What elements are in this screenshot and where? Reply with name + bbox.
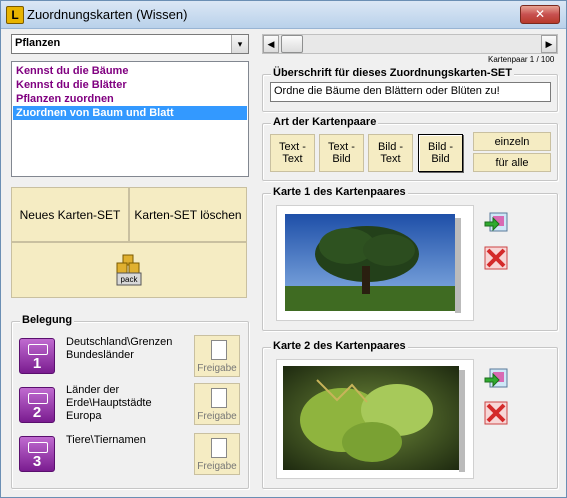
- slot-icon: [28, 442, 48, 453]
- belegung-group: Belegung 1 Deutschland\Grenzen Bundeslän…: [11, 314, 249, 489]
- app-window: L Zuordnungskarten (Wissen) ✕ Pflanzen ▾…: [0, 0, 567, 498]
- card2-image-frame[interactable]: [276, 359, 474, 479]
- slot-2-label: Länder der Erde\Hauptstädte Europa: [66, 384, 152, 423]
- slot-icon: [28, 393, 48, 404]
- slot-3-freigabe-button[interactable]: Freigabe: [194, 433, 240, 475]
- pair-type-group: Art der Kartenpaare Text - Text Text - Bil…: [262, 116, 558, 181]
- delete-image-icon[interactable]: [483, 245, 509, 271]
- button-line: Text -: [328, 141, 355, 153]
- card1-image-frame[interactable]: [276, 205, 474, 321]
- import-image-icon[interactable]: [483, 366, 509, 392]
- card-pair-counter: Kartenpaar 1 / 100: [488, 55, 555, 64]
- slot-label-line: Tiere\Tiernamen: [66, 434, 146, 446]
- list-item[interactable]: Pflanzen zuordnen: [13, 92, 247, 106]
- button-line: Bild -: [377, 141, 404, 153]
- document-icon: [211, 438, 227, 458]
- slot-1-freigabe-button[interactable]: Freigabe: [194, 335, 240, 377]
- title-bar[interactable]: L Zuordnungskarten (Wissen) ✕: [1, 1, 566, 29]
- heading-group: Überschrift für dieses Zuordnungskarten-…: [262, 67, 558, 112]
- list-item-selected[interactable]: Zuordnen von Baum und Blatt: [13, 106, 247, 120]
- list-item[interactable]: Kennst du die Blätter: [13, 78, 247, 92]
- slot-label-line: Bundesländer: [66, 349, 134, 361]
- slot-number: 2: [32, 404, 42, 421]
- heading-group-label: Überschrift für dieses Zuordnungskarten-…: [271, 67, 514, 79]
- card1-group: Karte 1 des Kartenpaares: [262, 186, 558, 331]
- button-line: Bild: [332, 153, 351, 165]
- delete-set-button[interactable]: Karten-SET löschen: [129, 187, 247, 242]
- single-button[interactable]: einzeln: [473, 132, 551, 151]
- button-line: Bild: [431, 153, 450, 165]
- slot-2-freigabe-button[interactable]: Freigabe: [194, 383, 240, 425]
- close-button[interactable]: ✕: [520, 5, 560, 24]
- slot-number: 3: [32, 453, 42, 470]
- image-text-button[interactable]: Bild - Text: [368, 134, 413, 172]
- slot-number: 1: [32, 355, 42, 372]
- category-select-value: Pflanzen: [15, 37, 61, 49]
- slot-label-line: Erde\Hauptstädte: [66, 397, 152, 409]
- belegung-group-label: Belegung: [20, 314, 75, 326]
- card1-group-label: Karte 1 des Kartenpaares: [271, 186, 408, 198]
- pack-icon: pack: [116, 254, 142, 286]
- button-line: Text: [282, 153, 303, 165]
- card-pair-scrollbar[interactable]: ◀ ▶: [262, 34, 558, 54]
- slot-1-button[interactable]: 1: [19, 338, 55, 374]
- button-line: Bild -: [427, 141, 454, 153]
- scroll-thumb[interactable]: [281, 35, 303, 53]
- pack-button[interactable]: pack: [11, 242, 247, 298]
- text-image-button[interactable]: Text - Bild: [319, 134, 364, 172]
- freigabe-label: Freigabe: [197, 363, 237, 374]
- text-text-button[interactable]: Text - Text: [270, 134, 315, 172]
- leaf-photo: [283, 366, 465, 472]
- slot-icon: [28, 344, 48, 355]
- image-image-button[interactable]: Bild - Bild: [418, 134, 463, 172]
- delete-image-icon[interactable]: [483, 400, 509, 426]
- heading-input[interactable]: Ordne die Bäume den Blättern oder Blüten…: [270, 82, 551, 102]
- slot-label-line: Deutschland\Grenzen: [66, 336, 173, 348]
- import-image-icon[interactable]: [483, 210, 509, 236]
- scroll-left-button[interactable]: ◀: [263, 35, 279, 53]
- slot-2-button[interactable]: 2: [19, 387, 55, 423]
- slot-3-button[interactable]: 3: [19, 436, 55, 472]
- new-set-button[interactable]: Neues Karten-SET: [11, 187, 129, 242]
- pack-label: pack: [121, 275, 139, 284]
- app-logo-icon: L: [6, 6, 24, 24]
- button-line: Text: [380, 153, 401, 165]
- slot-3-label: Tiere\Tiernamen: [66, 434, 146, 447]
- slot-1-label: Deutschland\Grenzen Bundesländer: [66, 336, 172, 362]
- freigabe-label: Freigabe: [197, 411, 237, 422]
- chevron-down-icon[interactable]: ▾: [231, 35, 248, 53]
- tree-photo: [285, 214, 461, 313]
- window-title: Zuordnungskarten (Wissen): [27, 7, 188, 22]
- freigabe-label: Freigabe: [197, 461, 237, 472]
- document-icon: [211, 340, 227, 360]
- document-icon: [211, 388, 227, 408]
- card2-group: Karte 2 des Kartenpaares: [262, 340, 558, 489]
- pair-type-group-label: Art der Kartenpaare: [271, 116, 379, 128]
- set-list[interactable]: Kennst du die Bäume Kennst du die Blätte…: [11, 61, 249, 177]
- button-line: Text -: [279, 141, 306, 153]
- card2-group-label: Karte 2 des Kartenpaares: [271, 340, 408, 352]
- category-select[interactable]: Pflanzen ▾: [11, 34, 249, 54]
- scroll-right-button[interactable]: ▶: [541, 35, 557, 53]
- slot-label-line: Länder der: [66, 384, 120, 396]
- for-all-button[interactable]: für alle: [473, 153, 551, 172]
- slot-label-line: Europa: [66, 410, 102, 422]
- list-item[interactable]: Kennst du die Bäume: [13, 64, 247, 78]
